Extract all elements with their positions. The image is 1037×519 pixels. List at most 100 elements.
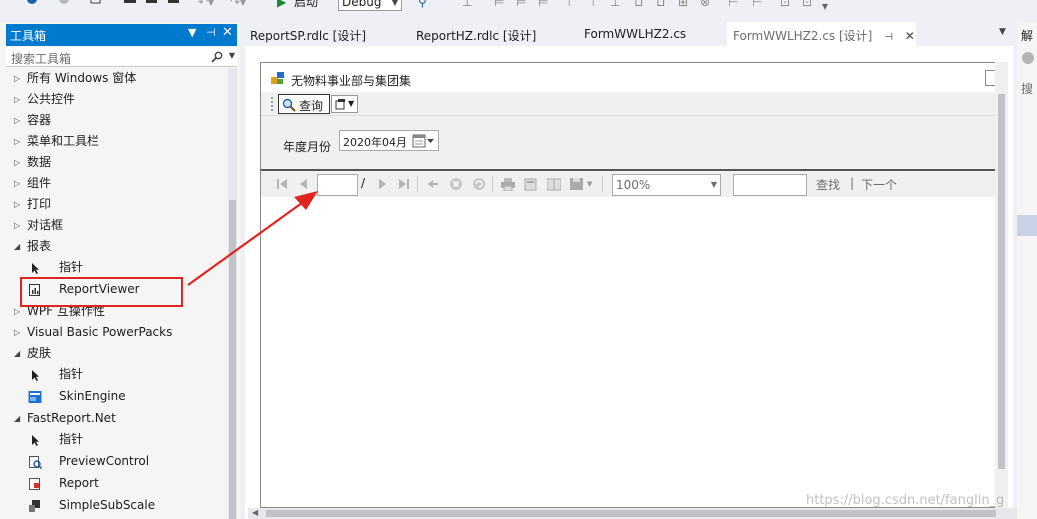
designer-horizontal-scrollbar[interactable]: ◀	[248, 508, 1018, 519]
toolbox-group-dialogs[interactable]: ▷ 对话框	[6, 215, 228, 236]
same-height-icon[interactable]: ⊔	[656, 0, 665, 10]
toolbox-item-preview-control[interactable]: PreviewControl	[6, 451, 228, 472]
save-icon[interactable]	[146, 0, 158, 6]
panel-search[interactable]: 搜	[1021, 80, 1033, 97]
form-window[interactable]: 无物料事业部与集团集 查询 ▼ 年度月份 2020年04月 / ▼ 100% ▼…	[260, 62, 1004, 508]
export-icon[interactable]	[570, 178, 584, 191]
expand-icon[interactable]: ▷	[14, 152, 20, 173]
open-file-icon[interactable]	[124, 0, 136, 6]
toolstrip-dropdown-button[interactable]: ▼	[331, 95, 358, 113]
spacing-icon[interactable]: ⊢	[728, 0, 738, 10]
designer-vertical-scrollbar[interactable]	[995, 62, 1008, 508]
toolbox-group-reporting[interactable]: ◢ 报表	[6, 236, 228, 257]
collapse-icon[interactable]: ◢	[14, 408, 20, 429]
toolbox-group-containers[interactable]: ▷ 容器	[6, 110, 228, 131]
back-to-parent-icon[interactable]	[427, 178, 439, 190]
chevron-down-icon[interactable]: ▼	[229, 51, 235, 60]
previous-page-icon[interactable]	[298, 178, 310, 190]
same-size-icon[interactable]: ⊞	[678, 0, 688, 10]
toolbox-group-fastreport[interactable]: ◢ FastReport.Net	[6, 408, 228, 429]
tab-report-hz-design[interactable]: ReportHZ.rdlc [设计]	[416, 27, 536, 44]
year-month-picker[interactable]: 2020年04月	[339, 130, 439, 151]
find-text-input[interactable]	[733, 174, 807, 196]
query-button[interactable]: 查询	[278, 94, 330, 114]
toolbox-item-simple-sub-scale[interactable]: SimpleSubScale	[6, 495, 228, 516]
back-icon[interactable]	[1022, 52, 1034, 64]
start-button[interactable]: 启动	[294, 0, 318, 10]
page-setup-icon[interactable]	[547, 178, 561, 191]
toolbox-group-menus-toolbars[interactable]: ▷ 菜单和工具栏	[6, 131, 228, 152]
toolbox-group-common-controls[interactable]: ▷ 公共控件	[6, 89, 228, 110]
toolbox-item-pointer[interactable]: 指针	[6, 257, 228, 278]
tab-list-dropdown-icon[interactable]: ▼	[999, 27, 1006, 37]
chevron-down-icon[interactable]: ▼	[587, 180, 592, 188]
align-right-icon[interactable]: ⊨	[538, 0, 548, 10]
new-project-icon[interactable]	[90, 0, 102, 6]
close-icon[interactable]: ✕	[222, 25, 233, 40]
chevron-down-icon[interactable]: ▼	[188, 26, 196, 39]
print-icon[interactable]	[501, 178, 515, 191]
find-icon[interactable]: ⚲	[418, 0, 427, 10]
toolstrip-grip[interactable]	[271, 97, 273, 111]
align-top-icon[interactable]: ⊤	[564, 0, 574, 10]
calendar-icon[interactable]	[412, 134, 436, 148]
toolbox-item-pointer[interactable]: 指针	[6, 429, 228, 450]
expand-icon[interactable]: ▷	[14, 110, 20, 131]
toolbox-scrollbar[interactable]	[228, 68, 237, 519]
toolbox-item-skin-engine[interactable]: SkinEngine	[6, 386, 228, 407]
start-icon[interactable]: ▶	[277, 0, 286, 10]
expand-icon[interactable]: ▷	[14, 68, 20, 89]
toolbox-group-vb-powerpacks[interactable]: ▷ Visual Basic PowerPacks	[6, 322, 228, 343]
find-next-link[interactable]: 下一个	[861, 176, 897, 193]
align-left-icon[interactable]: ⊨	[494, 0, 504, 10]
selected-node[interactable]	[1017, 215, 1037, 236]
toolbox-group-printing[interactable]: ▷ 打印	[6, 194, 228, 215]
expand-icon[interactable]: ▷	[14, 215, 20, 236]
find-link[interactable]: 查找	[816, 176, 840, 193]
expand-icon[interactable]: ▷	[14, 173, 20, 194]
toolbox-item-pointer[interactable]: 指针	[6, 364, 228, 385]
toolbox-group-all-windows-forms[interactable]: ▷ 所有 Windows 窗体	[6, 68, 228, 89]
toolbar-overflow-icon[interactable]: ▾	[822, 0, 828, 14]
toolbox-search-input[interactable]: 搜索工具箱 ▼	[6, 47, 237, 67]
stop-icon[interactable]	[449, 178, 463, 192]
redo-icon[interactable]: ↷▾	[230, 0, 246, 10]
tab-form-design[interactable]: FormWWLHZ2.cs [设计] ⊣ ✕	[727, 22, 916, 46]
toolbox-group-components[interactable]: ▷ 组件	[6, 173, 228, 194]
scrollbar-thumb[interactable]	[229, 200, 236, 519]
collapse-icon[interactable]: ◢	[14, 236, 20, 257]
scrollbar-thumb[interactable]	[266, 510, 996, 517]
print-layout-icon[interactable]	[524, 178, 537, 191]
next-page-icon[interactable]	[376, 178, 388, 190]
same-width-icon[interactable]: ⊔	[634, 0, 643, 10]
align-middle-icon[interactable]: ⊤	[588, 0, 598, 10]
refresh-icon[interactable]	[472, 178, 486, 192]
scrollbar-thumb[interactable]	[998, 94, 1005, 469]
align-icon[interactable]: ⊥	[462, 0, 472, 10]
toolbox-group-skin[interactable]: ◢ 皮肤	[6, 343, 228, 364]
current-page-input[interactable]	[317, 174, 358, 196]
pin-icon[interactable]: ⊣	[206, 26, 216, 39]
zoom-select[interactable]: 100% ▼	[612, 174, 721, 196]
align-bottom-icon[interactable]: ⊥	[610, 0, 620, 10]
size-to-grid-icon[interactable]: ⊗	[700, 0, 710, 10]
expand-icon[interactable]: ▷	[14, 322, 20, 343]
scroll-left-icon[interactable]: ◀	[252, 508, 258, 517]
forward-icon[interactable]	[58, 0, 70, 6]
tab-report-sp-design[interactable]: ReportSP.rdlc [设计]	[250, 27, 366, 44]
pin-icon[interactable]: ⊣	[884, 32, 893, 43]
expand-icon[interactable]: ▷	[14, 131, 20, 152]
back-icon[interactable]	[26, 0, 38, 6]
report-viewer-body[interactable]	[261, 197, 997, 507]
collapse-icon[interactable]: ◢	[14, 343, 20, 364]
save-all-icon[interactable]	[168, 0, 180, 6]
tab-form-code[interactable]: FormWWLHZ2.cs	[584, 27, 686, 41]
align-center-icon[interactable]: ⊨	[516, 0, 526, 10]
toolbox-group-data[interactable]: ▷ 数据	[6, 152, 228, 173]
expand-icon[interactable]: ▷	[14, 194, 20, 215]
layer-icon[interactable]: ⊡	[780, 0, 790, 10]
first-page-icon[interactable]	[276, 178, 288, 190]
layer-icon[interactable]: ⊡	[802, 0, 812, 10]
close-icon[interactable]: ✕	[905, 29, 915, 43]
last-page-icon[interactable]	[398, 178, 410, 190]
